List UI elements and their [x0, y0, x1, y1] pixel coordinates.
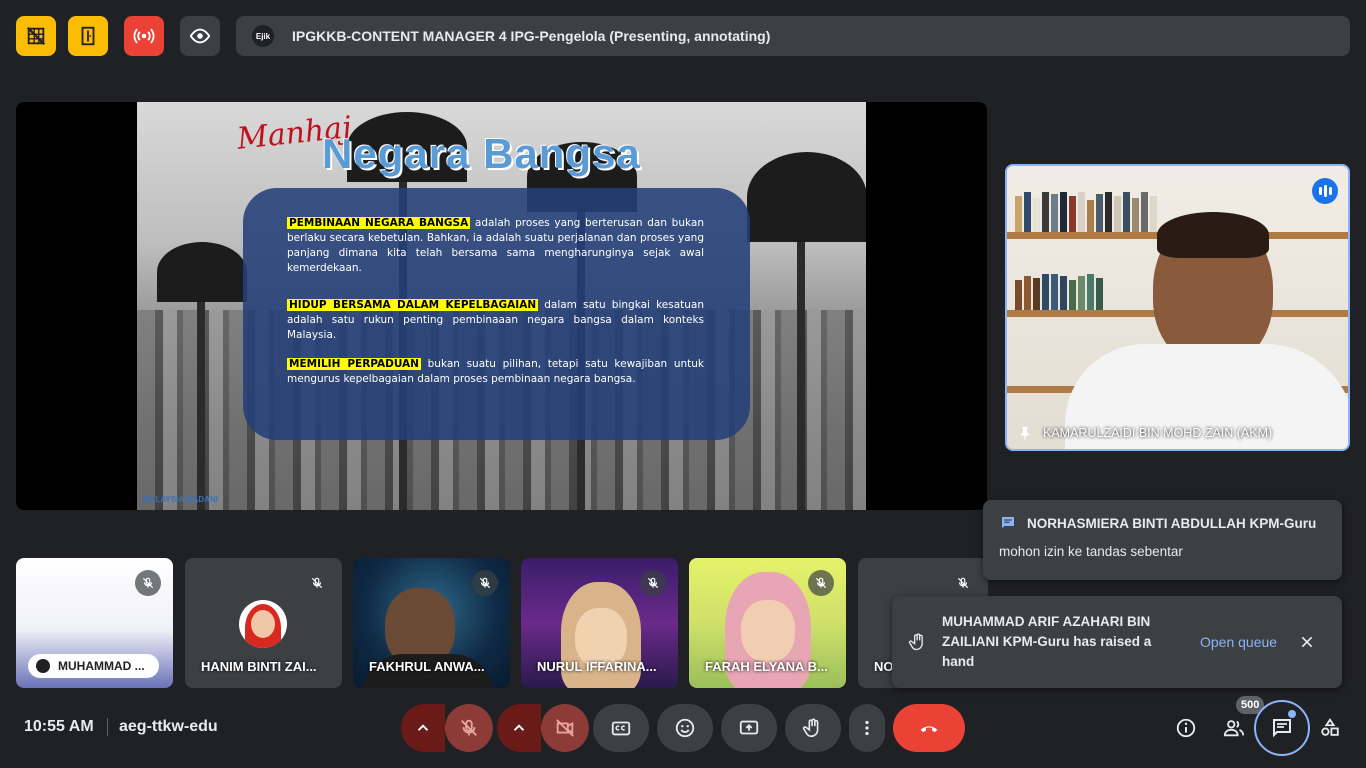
mic-control-group — [401, 704, 493, 752]
chat-button[interactable] — [1254, 700, 1310, 756]
mic-off-icon — [461, 719, 477, 736]
participant-tile[interactable]: MUHAMMAD ... — [16, 558, 173, 688]
speaker-video[interactable]: KAMARULZAIDI BIN MOHD ZAIN (AKM) — [1005, 164, 1350, 451]
camera-off-icon — [556, 719, 574, 737]
participant-name: HANIM BINTI ZAI... — [201, 659, 317, 674]
slide-paragraph: HIDUP BERSAMA DALAM KEPELBAGAIAN dalam s… — [287, 299, 705, 341]
camera-toggle-button[interactable] — [541, 704, 589, 752]
chat-notification[interactable]: NORHASMIERA BINTI ABDULLAH KPM-Guru moho… — [983, 500, 1342, 580]
mic-options-button[interactable] — [401, 704, 445, 752]
presenter-banner[interactable]: Ejik IPGKKB-CONTENT MANAGER 4 IPG-Pengel… — [236, 16, 1350, 56]
reactions-button[interactable] — [657, 704, 713, 752]
mic-off-icon — [950, 570, 976, 596]
slide-paragraph: MEMILIH PERPADUAN bukan suatu pilihan, t… — [287, 358, 704, 385]
meeting-code: aeg-ttkw-edu — [119, 718, 218, 735]
presentation-stage: Manhaj Negara Bangsa PEMBINAAN NEGARA BA… — [16, 102, 987, 510]
breakout-button[interactable] — [68, 16, 108, 56]
divider — [107, 718, 108, 736]
avatar — [239, 600, 287, 648]
captions-button[interactable] — [593, 704, 649, 752]
mic-off-icon — [304, 570, 330, 596]
participant-name: FARAH ELYANA B... — [705, 659, 828, 674]
slide-corner-logo: MALAYSIA MADANI — [143, 495, 218, 504]
chevron-up-icon — [417, 724, 429, 731]
participant-name: FAKHRUL ANWA... — [369, 659, 485, 674]
more-options-button[interactable] — [849, 704, 885, 752]
mic-off-icon — [640, 570, 666, 596]
slide-text-panel: PEMBINAAN NEGARA BANGSA adalah proses ya… — [243, 188, 750, 440]
speaking-indicator-icon — [1312, 178, 1338, 204]
clock: 10:55 AM — [24, 718, 94, 735]
emoji-icon — [675, 718, 695, 738]
pin-icon[interactable] — [1017, 425, 1033, 441]
broadcast-icon — [133, 28, 155, 44]
mic-off-icon — [135, 570, 161, 596]
no-video-grid-icon — [26, 26, 46, 46]
people-icon — [1223, 720, 1245, 737]
presenter-logo: Ejik — [252, 25, 274, 47]
speaker-person — [1065, 206, 1348, 449]
eye-icon — [189, 28, 211, 44]
captions-icon — [611, 721, 631, 736]
live-stream-button[interactable] — [124, 16, 164, 56]
participant-tile[interactable]: HANIM BINTI ZAI... — [185, 558, 342, 688]
raised-hand-icon — [802, 718, 819, 738]
activities-button[interactable] — [1314, 712, 1346, 744]
unread-dot — [1288, 710, 1296, 718]
raised-hand-message: MUHAMMAD ARIF AZAHARI BIN ZAILIANI KPM-G… — [942, 614, 1152, 669]
raised-hand-notification: MUHAMMAD ARIF AZAHARI BIN ZAILIANI KPM-G… — [892, 596, 1342, 688]
camera-control-group — [497, 704, 589, 752]
activities-icon — [1321, 718, 1339, 736]
mic-toggle-button[interactable] — [445, 704, 493, 752]
camera-options-button[interactable] — [497, 704, 541, 752]
info-icon — [1176, 718, 1196, 738]
view-toggle-button[interactable] — [180, 16, 220, 56]
participant-name: NO — [874, 659, 894, 674]
hide-tiles-button[interactable] — [16, 16, 56, 56]
end-call-icon — [920, 726, 938, 733]
chat-sender: NORHASMIERA BINTI ABDULLAH KPM-Guru — [1027, 515, 1317, 531]
leave-call-button[interactable] — [893, 704, 965, 752]
avatar — [36, 659, 50, 673]
present-screen-icon — [739, 720, 759, 735]
door-exit-icon — [81, 26, 95, 46]
mic-off-icon — [808, 570, 834, 596]
meeting-details-button[interactable] — [1170, 712, 1202, 744]
participant-tile[interactable]: NURUL IFFARINA... — [521, 558, 678, 688]
close-icon[interactable] — [1299, 634, 1315, 650]
raise-hand-button[interactable] — [785, 704, 841, 752]
chat-icon — [1273, 719, 1291, 738]
presenter-title: IPGKKB-CONTENT MANAGER 4 IPG-Pengelola (… — [292, 28, 771, 44]
chevron-up-icon — [513, 724, 525, 731]
speaker-name-label: KAMARULZAIDI BIN MOHD ZAIN (AKM) — [1017, 425, 1272, 441]
participant-name-pill: MUHAMMAD ... — [28, 654, 159, 678]
mic-off-icon — [472, 570, 498, 596]
slide-main-title: Negara Bangsa — [322, 130, 641, 177]
people-button[interactable] — [1218, 712, 1250, 744]
participant-name: NURUL IFFARINA... — [537, 659, 657, 674]
present-screen-button[interactable] — [721, 704, 777, 752]
participant-tile[interactable]: FAKHRUL ANWA... — [353, 558, 510, 688]
slide-paragraph: PEMBINAAN NEGARA BANGSA adalah proses ya… — [287, 217, 704, 274]
chat-message-icon — [1002, 517, 1014, 529]
open-queue-button[interactable]: Open queue — [1200, 634, 1277, 650]
more-vert-icon — [865, 720, 869, 736]
participant-tile[interactable]: FARAH ELYANA B... — [689, 558, 846, 688]
chat-message: mohon izin ke tandas sebentar — [999, 544, 1183, 559]
slide: Manhaj Negara Bangsa PEMBINAAN NEGARA BA… — [137, 102, 866, 510]
raised-hand-icon — [908, 633, 923, 651]
